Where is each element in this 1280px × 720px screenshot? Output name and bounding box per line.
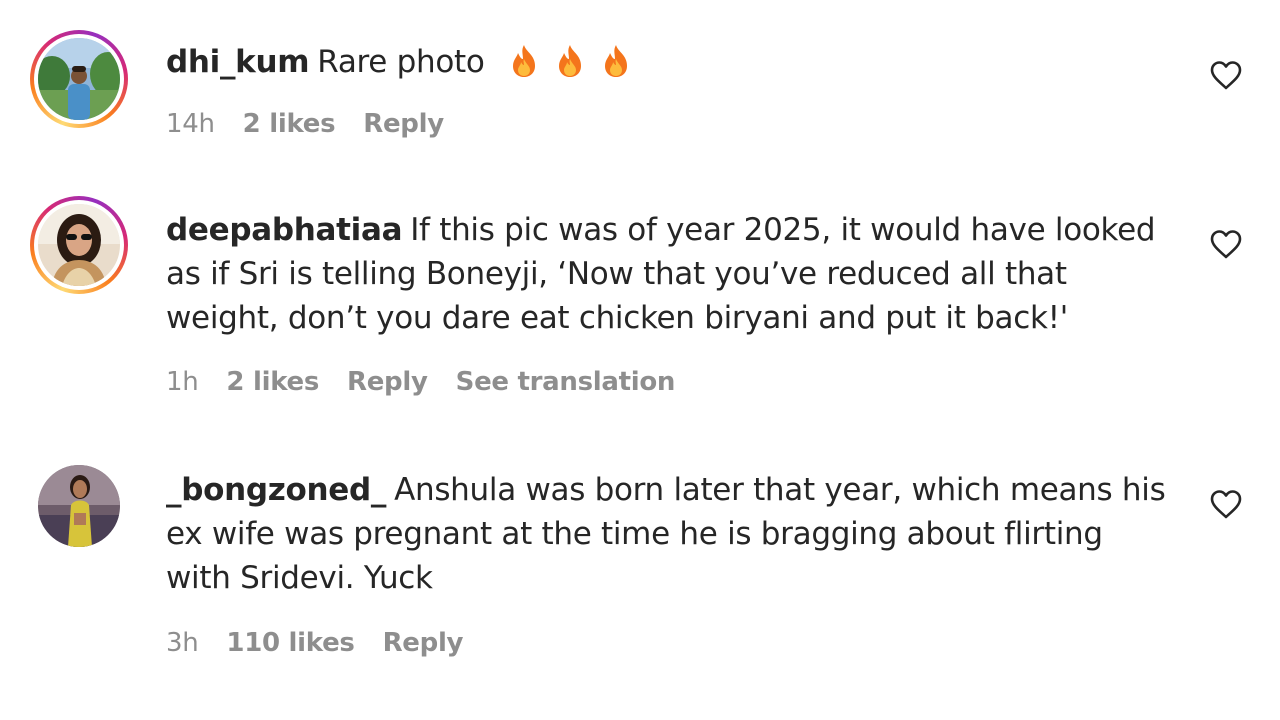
reply-button[interactable]: Reply: [347, 367, 428, 397]
reply-button[interactable]: Reply: [383, 628, 464, 658]
heart-outline-icon: [1210, 490, 1242, 519]
reply-button[interactable]: Reply: [363, 109, 444, 139]
comment-likes[interactable]: 2 likes: [243, 109, 336, 139]
avatar-border: [34, 200, 124, 290]
comment-time: 14h: [166, 109, 215, 139]
comment-body: dhi_kum Rare photo: [166, 40, 1176, 84]
avatar-photo: [38, 38, 120, 120]
avatar-photo: [38, 465, 120, 547]
avatar[interactable]: [38, 465, 120, 547]
comment-meta: 3h 110 likes Reply: [166, 628, 491, 658]
fire-emoji-icon: [605, 45, 628, 77]
comment-username[interactable]: dhi_kum: [166, 44, 310, 80]
like-button[interactable]: [1209, 60, 1243, 90]
comment-likes[interactable]: 2 likes: [226, 367, 319, 397]
avatar-story-ring[interactable]: [30, 196, 128, 294]
avatar-border: [34, 34, 124, 124]
comment-meta: 1h 2 likes Reply See translation: [166, 367, 703, 397]
avatar-photo: [38, 204, 120, 286]
comment-body: _bongzoned_ Anshula was born later that y…: [166, 468, 1176, 600]
comment-time: 1h: [166, 367, 199, 397]
comment-username[interactable]: deepabhatiaa: [166, 212, 403, 248]
comment-text: Rare photo: [317, 44, 485, 80]
avatar: [38, 204, 120, 286]
comment-meta: 14h 2 likes Reply: [166, 109, 472, 139]
fire-emoji-icon: [513, 45, 536, 77]
comment-time: 3h: [166, 628, 199, 658]
see-translation-button[interactable]: See translation: [456, 367, 676, 397]
fire-emoji-icon: [559, 45, 582, 77]
avatar: [38, 38, 120, 120]
comment-likes[interactable]: 110 likes: [226, 628, 354, 658]
heart-outline-icon: [1210, 230, 1242, 259]
comment-body: deepabhatiaa If this pic was of year 2025…: [166, 208, 1176, 340]
comment-username[interactable]: _bongzoned_: [166, 472, 386, 508]
heart-outline-icon: [1210, 61, 1242, 90]
like-button[interactable]: [1209, 489, 1243, 519]
like-button[interactable]: [1209, 229, 1243, 259]
avatar-story-ring[interactable]: [30, 30, 128, 128]
